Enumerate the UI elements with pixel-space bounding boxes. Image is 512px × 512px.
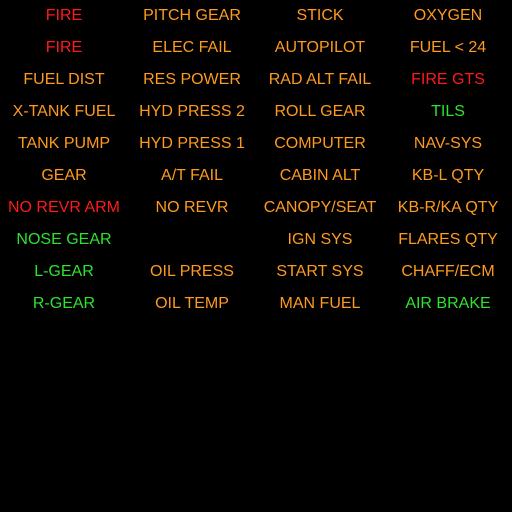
warning-label: OIL TEMP (155, 295, 229, 312)
warning-label: OIL PRESS (150, 263, 234, 280)
warning-row: NOSE GEAR IGN SYS FLARES QTY (0, 224, 512, 256)
warning-label: NO REVR (155, 199, 229, 216)
warning-label: AIR BRAKE (405, 295, 491, 312)
warning-label: RES POWER (143, 71, 241, 88)
warning-label: CHAFF/ECM (401, 263, 495, 280)
warning-row: X-TANK FUEL HYD PRESS 2 ROLL GEAR TILS (0, 96, 512, 128)
warning-label: HYD PRESS 2 (139, 103, 245, 120)
warning-row: GEAR A/T FAIL CABIN ALT KB-L QTY (0, 160, 512, 192)
warning-label: TANK PUMP (17, 135, 111, 152)
warning-label: START SYS (276, 263, 364, 280)
warning-label: NAV-SYS (413, 135, 483, 152)
warning-label: CANOPY/SEAT (263, 199, 377, 216)
warning-row: NO REVR ARM NO REVR CANOPY/SEAT KB-R/KA … (0, 192, 512, 224)
warning-row: FUEL DIST RES POWER RAD ALT FAIL FIRE GT… (0, 64, 512, 96)
warning-label: FIRE GTS (411, 71, 485, 88)
warning-label: FUEL < 24 (409, 39, 487, 56)
warning-label: OXYGEN (413, 7, 483, 24)
warning-label: GEAR (41, 167, 87, 184)
warning-row: FIRE PITCH GEAR STICK OXYGEN (0, 0, 512, 32)
warning-label: COMPUTER (274, 135, 366, 152)
warning-label: STICK (296, 7, 344, 24)
warning-label: ELEC FAIL (152, 39, 232, 56)
warning-label: TILS (431, 103, 465, 120)
warning-label: FIRE (45, 39, 83, 56)
warning-label: IGN SYS (287, 231, 353, 248)
warning-label: A/T FAIL (161, 167, 223, 184)
warning-label: L-GEAR (34, 263, 94, 280)
warning-label: NOSE GEAR (16, 231, 112, 248)
warning-label: CABIN ALT (279, 167, 361, 184)
warning-row: FIRE ELEC FAIL AUTOPILOT FUEL < 24 (0, 32, 512, 64)
warning-row: L-GEAR OIL PRESS START SYS CHAFF/ECM (0, 256, 512, 288)
warning-label: RAD ALT FAIL (268, 71, 372, 88)
warning-label: KB-L QTY (411, 167, 485, 184)
warning-label: NO REVR ARM (7, 199, 120, 216)
warning-label-empty (128, 224, 256, 256)
warning-label: FLARES QTY (398, 231, 498, 248)
warning-row: R-GEAR OIL TEMP MAN FUEL AIR BRAKE (0, 288, 512, 320)
warning-label: PITCH GEAR (143, 7, 241, 24)
warning-label: X-TANK FUEL (12, 103, 116, 120)
warning-label: ROLL GEAR (274, 103, 366, 120)
warning-label: FUEL DIST (23, 71, 105, 88)
warning-row: TANK PUMP HYD PRESS 1 COMPUTER NAV-SYS (0, 128, 512, 160)
warning-label: FIRE (45, 7, 83, 24)
warning-label: R-GEAR (32, 295, 96, 312)
warning-label: KB-R/KA QTY (397, 199, 499, 216)
warning-label: AUTOPILOT (274, 39, 366, 56)
warning-panel: FIRE PITCH GEAR STICK OXYGEN FIRE ELEC F… (0, 0, 512, 512)
warning-label: HYD PRESS 1 (139, 135, 245, 152)
warning-label: MAN FUEL (279, 295, 361, 312)
